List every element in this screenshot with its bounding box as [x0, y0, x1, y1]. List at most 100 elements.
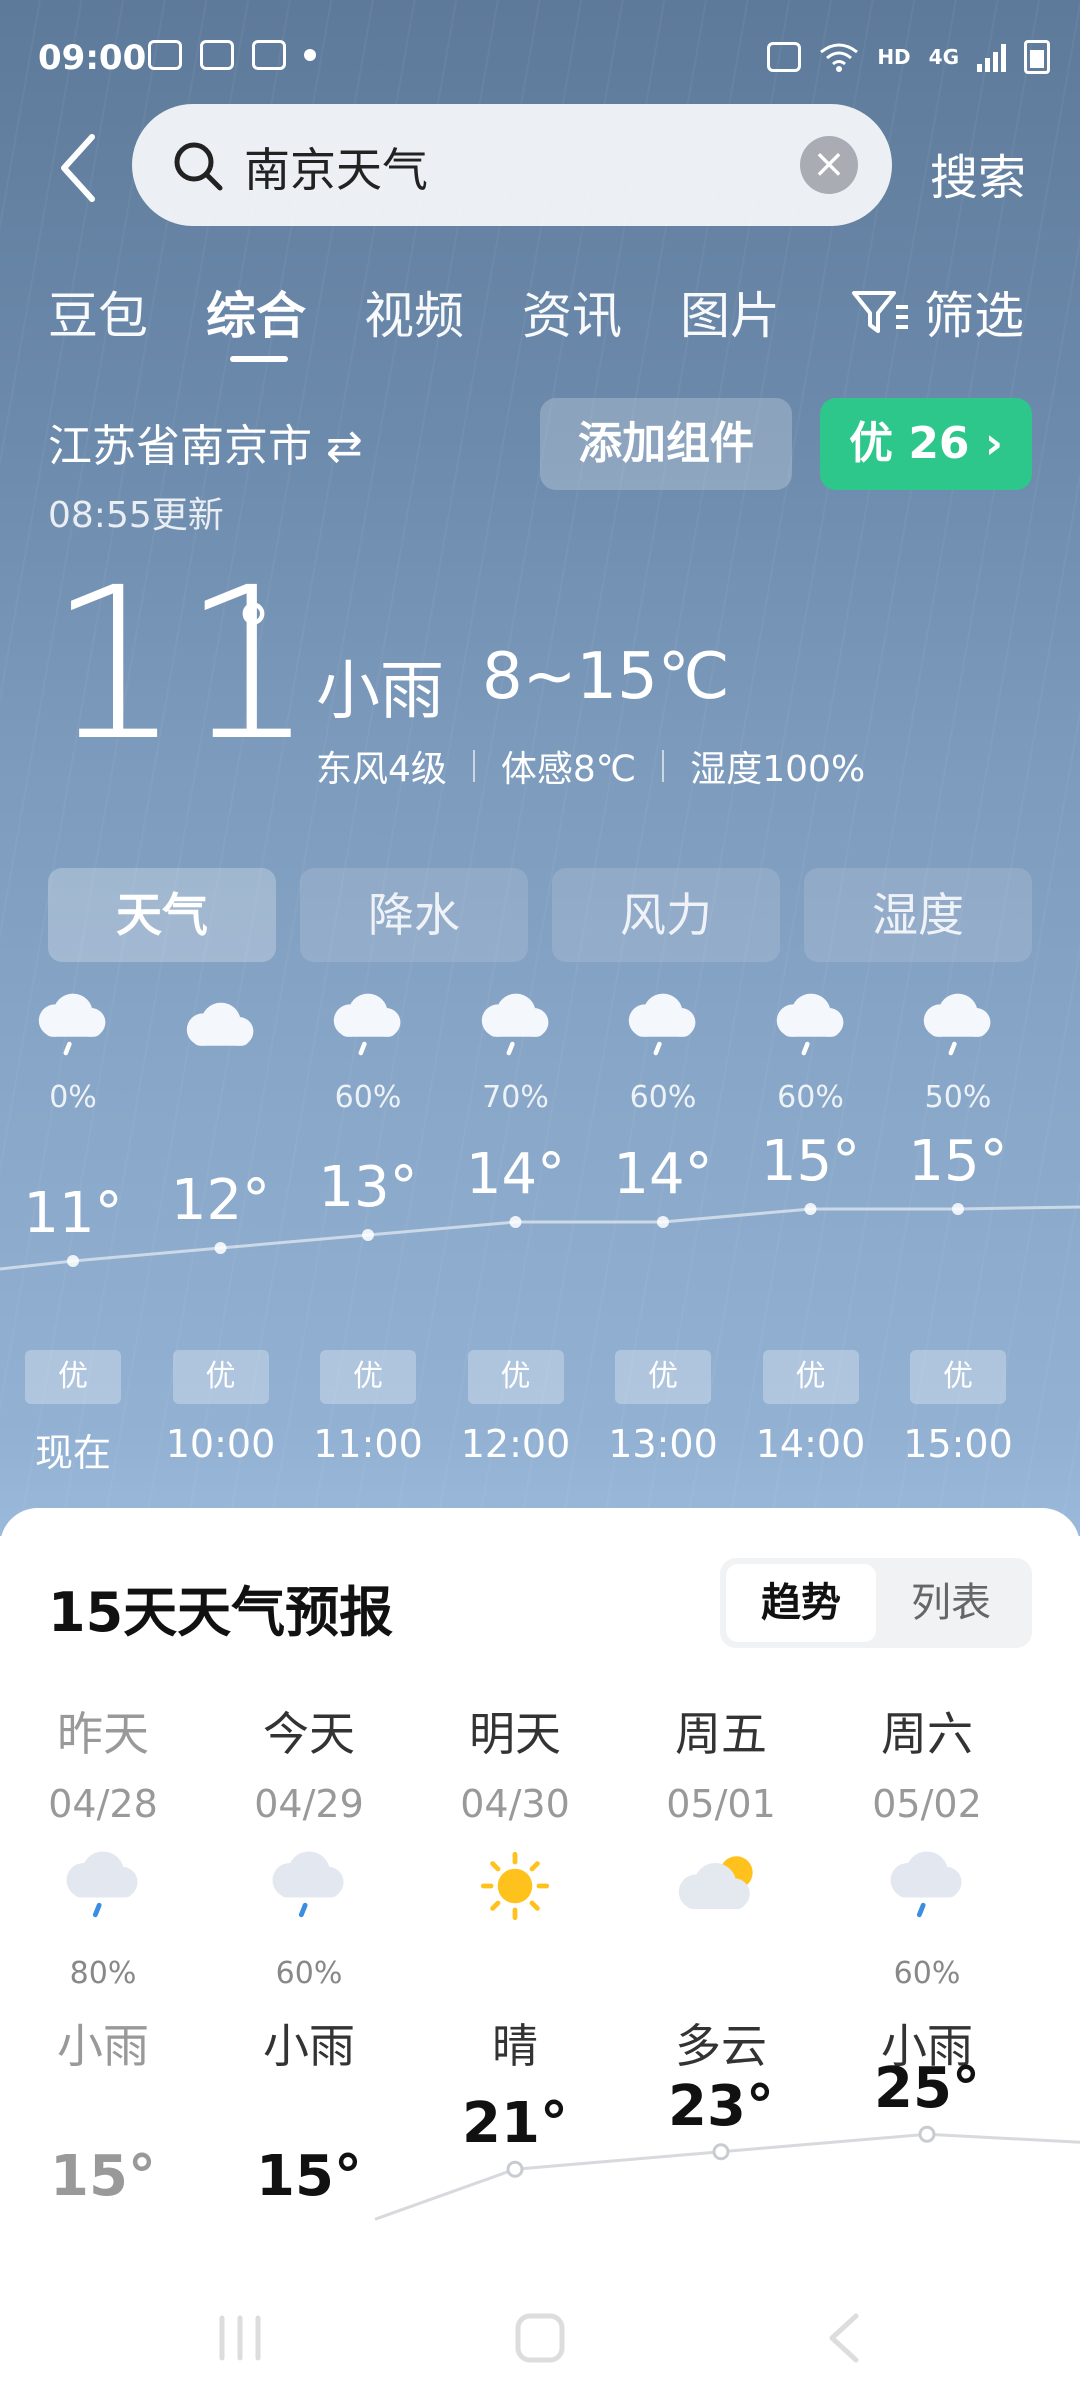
hour-temp: 14° [613, 1142, 713, 1207]
current-temperature: 11 [48, 542, 316, 787]
hour-time-label: 10:00 [165, 1422, 276, 1466]
search-icon [174, 142, 223, 191]
hour-column: 60% 13° 优 11:00 [303, 990, 433, 1466]
hour-temp-point [214, 1242, 227, 1254]
tab-general[interactable]: 综合 [206, 276, 306, 348]
day-column[interactable]: 今天 04/29 60% 小雨 [206, 1698, 412, 2076]
location-switcher[interactable]: 江苏省南京市 ⇄ [48, 410, 363, 474]
hour-temp-point [67, 1255, 79, 1267]
battery-icon [1024, 40, 1050, 74]
hour-aqi-badge: 优 [910, 1350, 1006, 1404]
hour-column: 70% 14° 优 12:00 [451, 990, 581, 1466]
back-button[interactable] [48, 128, 108, 208]
current-condition: 小雨 [316, 655, 444, 729]
cloud-rain-icon [776, 993, 843, 1056]
search-button[interactable]: 搜索 [930, 138, 1026, 208]
cloud-rain-icon [66, 1851, 138, 1918]
hour-precip-pct: 60% [629, 1080, 697, 1115]
notification-dot-icon [304, 49, 316, 61]
clock-app-icon [200, 40, 234, 70]
chip-humidity[interactable]: 湿度 [804, 868, 1032, 962]
day-high-temp: 15° [256, 2143, 362, 2209]
signal-icon [977, 42, 1006, 72]
hd-label: HD [877, 45, 911, 69]
cloud-rain-icon [923, 993, 991, 1056]
day-condition: 小雨 [263, 2019, 355, 2073]
hour-time-label: 14:00 [755, 1422, 866, 1466]
filter-label: 筛选 [924, 287, 1024, 345]
hour-precip-pct: 50% [924, 1080, 992, 1115]
day-date: 05/01 [666, 1782, 776, 1826]
hour-icon-wrap [451, 990, 581, 1080]
hour-temp-point [657, 1216, 669, 1228]
hourly-forecast[interactable]: 0% 11° 优现在 12° 优 10:00 60% 13° 优 11:00 70% 14° 优 12:0… [0, 990, 1080, 1490]
day-precip-pct: 60% [275, 1956, 343, 1991]
day-precip-pct: 60% [893, 1956, 961, 1991]
hour-aqi-badge: 优 [172, 1350, 269, 1404]
day-name: 今天 [263, 1707, 355, 1761]
day-column[interactable]: 明天 04/30 晴 [412, 1698, 618, 2076]
day-date: 04/28 [48, 1782, 158, 1826]
wifi-icon [820, 43, 859, 72]
cloud-rain-icon [628, 993, 696, 1056]
aqi-button[interactable]: 优 26 › [820, 398, 1032, 490]
hour-temp-point [362, 1229, 374, 1241]
day-high-temp: 25° [874, 2056, 980, 2122]
feels-like-info: 体感8℃ [500, 749, 637, 790]
add-widget-button[interactable]: 添加组件 [540, 398, 792, 490]
status-left-icons [148, 40, 316, 70]
chip-precipitation[interactable]: 降水 [300, 868, 528, 962]
tab-news[interactable]: 资讯 [522, 276, 622, 348]
day-column[interactable]: 昨天 04/28 80% 小雨 [0, 1698, 206, 2076]
voicemail-icon [148, 40, 182, 70]
clear-search-button[interactable]: × [800, 136, 858, 194]
hour-column: 60% 15° 优 14:00 [746, 990, 876, 1466]
back-nav-icon[interactable] [818, 2310, 874, 2366]
hour-temp-point [509, 1216, 522, 1228]
day-date: 04/30 [460, 1782, 570, 1826]
status-bar: 09:00 HD 4G [0, 0, 1080, 120]
day-name: 周五 [675, 1707, 767, 1761]
day-column[interactable]: 周六 05/02 60% 小雨 [824, 1698, 1030, 2076]
humidity-info: 湿度100% [690, 749, 866, 790]
cloud-icon [186, 1002, 253, 1046]
hour-time-label: 12:00 [460, 1422, 571, 1466]
filter-button[interactable]: 筛选 [850, 276, 1024, 348]
forecast-card: 15天天气预报 趋势 列表 昨天 04/28 80% 小雨 15° 今天 04/29 60% 小… [0, 1508, 1080, 2400]
current-degree-symbol: ° [236, 590, 271, 672]
hour-icon-wrap [156, 990, 286, 1080]
tab-doubao[interactable]: 豆包 [48, 276, 148, 348]
home-icon[interactable] [512, 2310, 568, 2366]
hour-time-label: 13:00 [608, 1422, 718, 1466]
current-details: 东风4级 体感8℃ 湿度100% [316, 740, 865, 792]
temperature-range: 8~15℃ [482, 640, 730, 714]
hour-temp: 13° [318, 1155, 418, 1220]
swap-icon: ⇄ [326, 421, 363, 472]
recent-apps-icon[interactable] [212, 2310, 268, 2366]
hour-temp-point [804, 1203, 817, 1215]
day-column[interactable]: 周五 05/01 多云 [618, 1698, 824, 2076]
updated-time: 08:55更新 [48, 495, 224, 536]
tab-video[interactable]: 视频 [364, 276, 464, 348]
chip-wind[interactable]: 风力 [552, 868, 780, 962]
hour-aqi-badge: 优 [467, 1350, 564, 1404]
day-name: 周六 [881, 1707, 973, 1761]
weather-search-screen: 09:00 HD 4G 南京天气 × 搜索 豆包 综合 视频 资讯 图片 筛选 … [0, 0, 1080, 2400]
location-city: 江苏省南京市 [48, 421, 312, 472]
sun-icon [480, 1851, 550, 1921]
hour-aqi-badge: 优 [615, 1350, 711, 1404]
hour-icon-wrap [746, 990, 876, 1080]
search-tabs: 豆包 综合 视频 资讯 图片 筛选 [0, 276, 1080, 366]
hour-icon-wrap [303, 990, 433, 1080]
tab-images[interactable]: 图片 [680, 276, 780, 348]
metric-chips: 天气 降水 风力 湿度 [48, 868, 1032, 962]
day-precip-pct: 80% [69, 1956, 137, 1991]
hour-icon-wrap [598, 990, 728, 1080]
search-input[interactable]: 南京天气 × [132, 104, 892, 226]
hour-column: 50% 15° 优 15:00 [893, 990, 1023, 1466]
status-right-icons: HD 4G [767, 40, 1050, 74]
chip-weather[interactable]: 天气 [48, 868, 276, 962]
hour-temp-point [952, 1203, 964, 1215]
hour-time-label: 11:00 [313, 1422, 423, 1466]
cloud-rain-icon [272, 1851, 344, 1918]
